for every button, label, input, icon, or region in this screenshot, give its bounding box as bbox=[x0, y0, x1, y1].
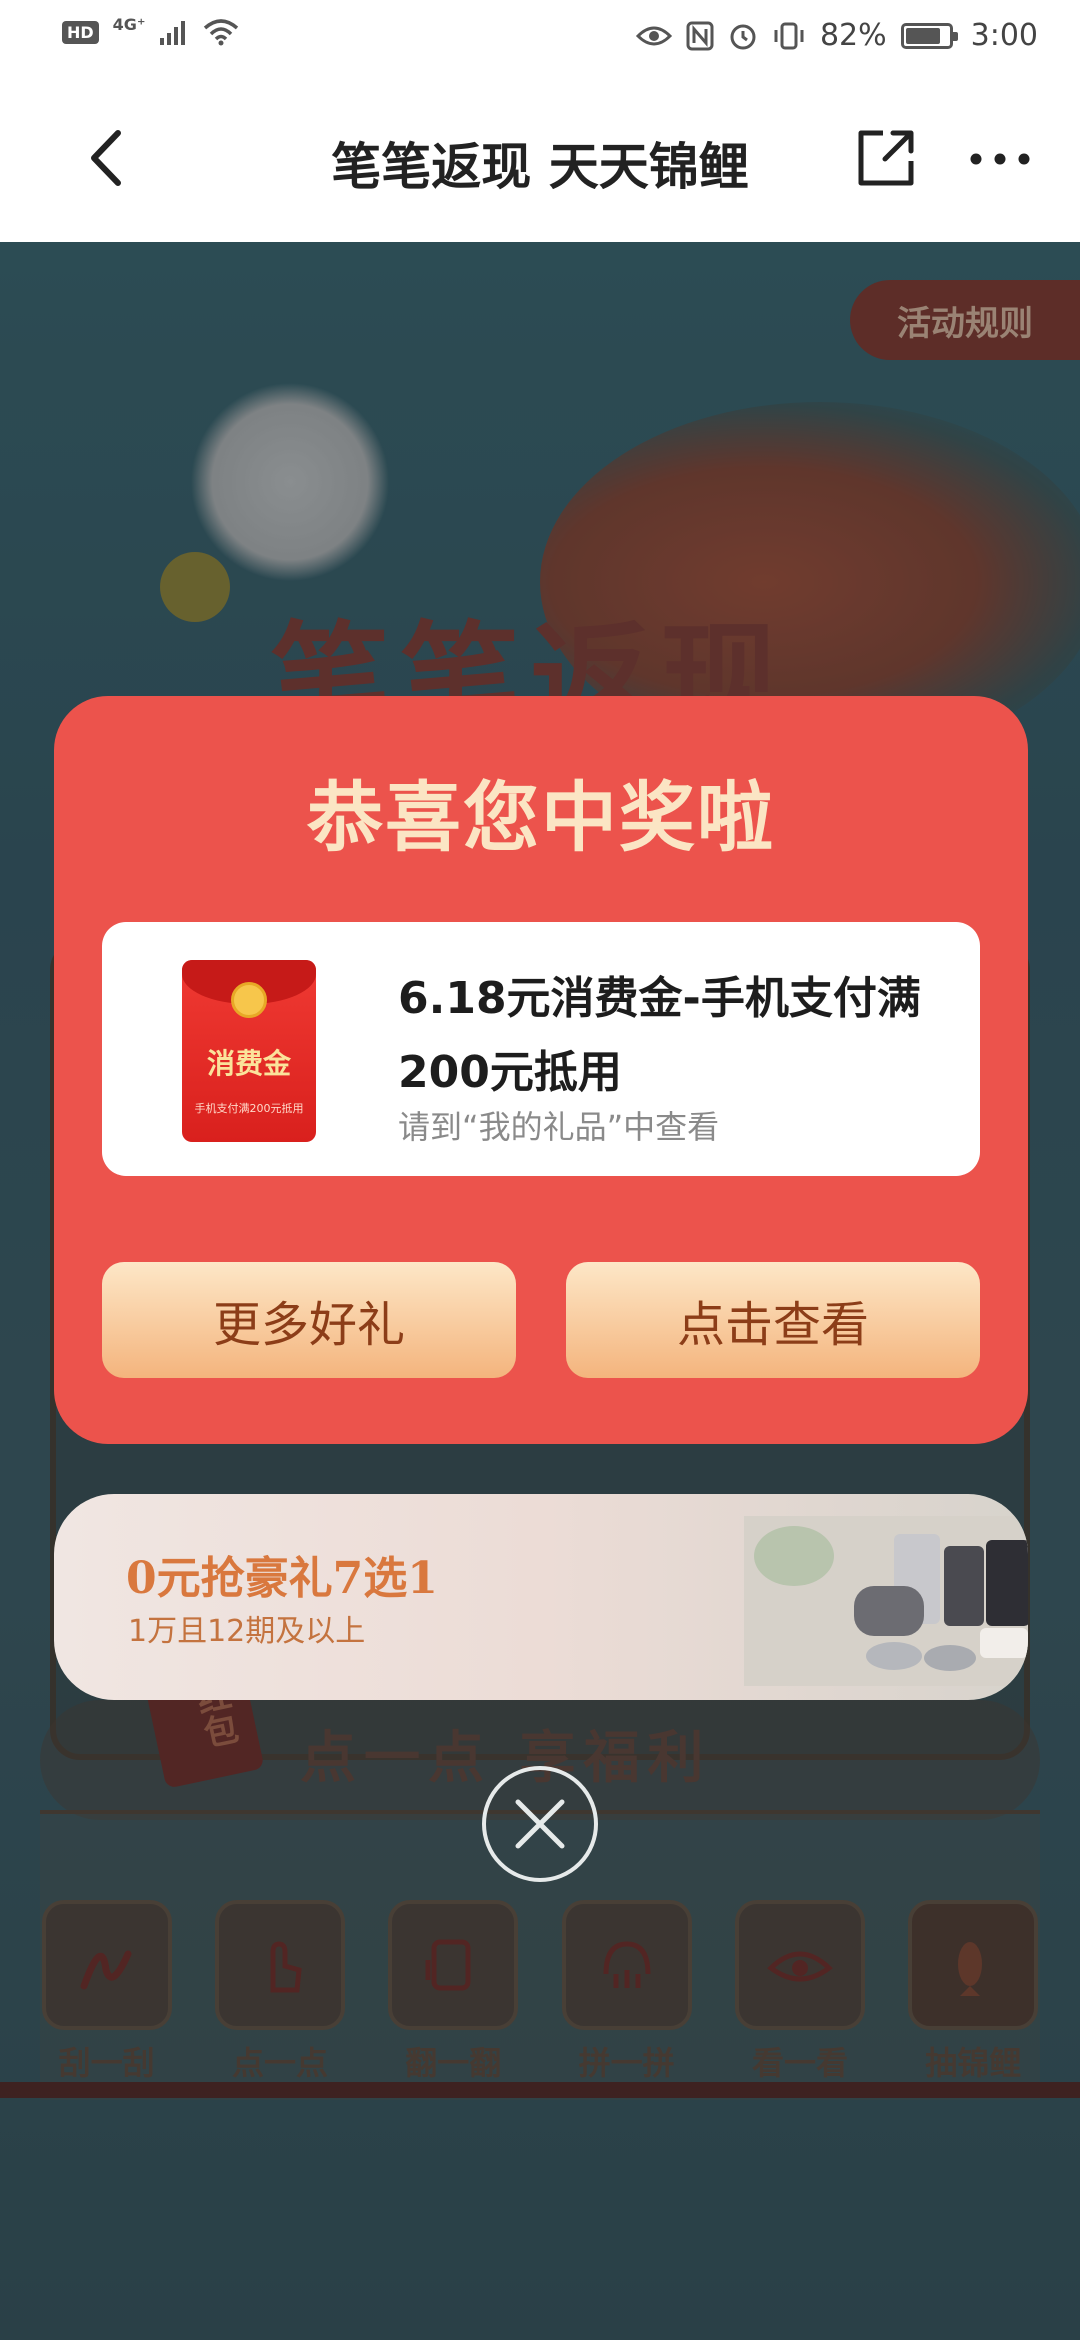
clock: 3:00 bbox=[970, 18, 1038, 53]
eye-comfort-icon bbox=[635, 26, 672, 45]
view-prize-button[interactable]: 点击查看 bbox=[566, 1262, 980, 1378]
prize-name: 6.18元消费金-手机支付满200元抵用 bbox=[398, 973, 921, 1098]
envelope-sublabel: 手机支付满200元抵用 bbox=[194, 1102, 304, 1115]
alarm-icon bbox=[730, 24, 756, 49]
share-button[interactable] bbox=[855, 125, 919, 189]
more-icon bbox=[970, 153, 1030, 165]
vibrate-icon bbox=[774, 22, 804, 49]
battery-percent: 82% bbox=[819, 18, 887, 53]
status-right: 82% 3:00 bbox=[635, 18, 1038, 53]
envelope-seal-icon bbox=[231, 982, 267, 1018]
hd-badge: HD bbox=[62, 20, 99, 44]
prize-modal: 恭喜您中奖啦 消费金 手机支付满200元抵用 6.18元消费金-手机支付满200… bbox=[54, 696, 1028, 1444]
status-bar: HD 4G⁺ 82% 3:00 bbox=[0, 0, 1080, 75]
more-button[interactable] bbox=[968, 147, 1032, 171]
promo-subtitle: 1万且12期及以上 bbox=[128, 1614, 366, 1649]
luggage-set-image bbox=[744, 1516, 1028, 1686]
prize-card: 消费金 手机支付满200元抵用 6.18元消费金-手机支付满200元抵用 请到“… bbox=[102, 922, 980, 1176]
network-type: 4G⁺ bbox=[112, 14, 146, 34]
envelope-label: 消费金 bbox=[206, 1047, 291, 1080]
voucher-envelope-icon: 消费金 手机支付满200元抵用 bbox=[182, 960, 316, 1142]
share-icon bbox=[858, 130, 914, 186]
close-button[interactable] bbox=[482, 1766, 598, 1882]
battery-icon bbox=[900, 22, 958, 49]
nav-bar: 笔笔返现 天天锦鲤 bbox=[0, 75, 1080, 242]
promo-banner[interactable]: 0元抢豪礼7选1 1万且12期及以上 bbox=[54, 1494, 1028, 1700]
signal-icon bbox=[160, 21, 186, 45]
nfc-icon bbox=[686, 21, 714, 50]
close-icon bbox=[515, 1799, 565, 1849]
prize-hint: 请到“我的礼品”中查看 bbox=[398, 1108, 720, 1146]
status-left: HD 4G⁺ bbox=[62, 14, 239, 46]
modal-title: 恭喜您中奖啦 bbox=[307, 773, 775, 862]
more-gifts-button[interactable]: 更多好礼 bbox=[102, 1262, 516, 1378]
promo-title: 0元抢豪礼7选1 bbox=[126, 1553, 438, 1604]
wifi-icon bbox=[204, 19, 239, 46]
battery-fill bbox=[905, 27, 940, 44]
